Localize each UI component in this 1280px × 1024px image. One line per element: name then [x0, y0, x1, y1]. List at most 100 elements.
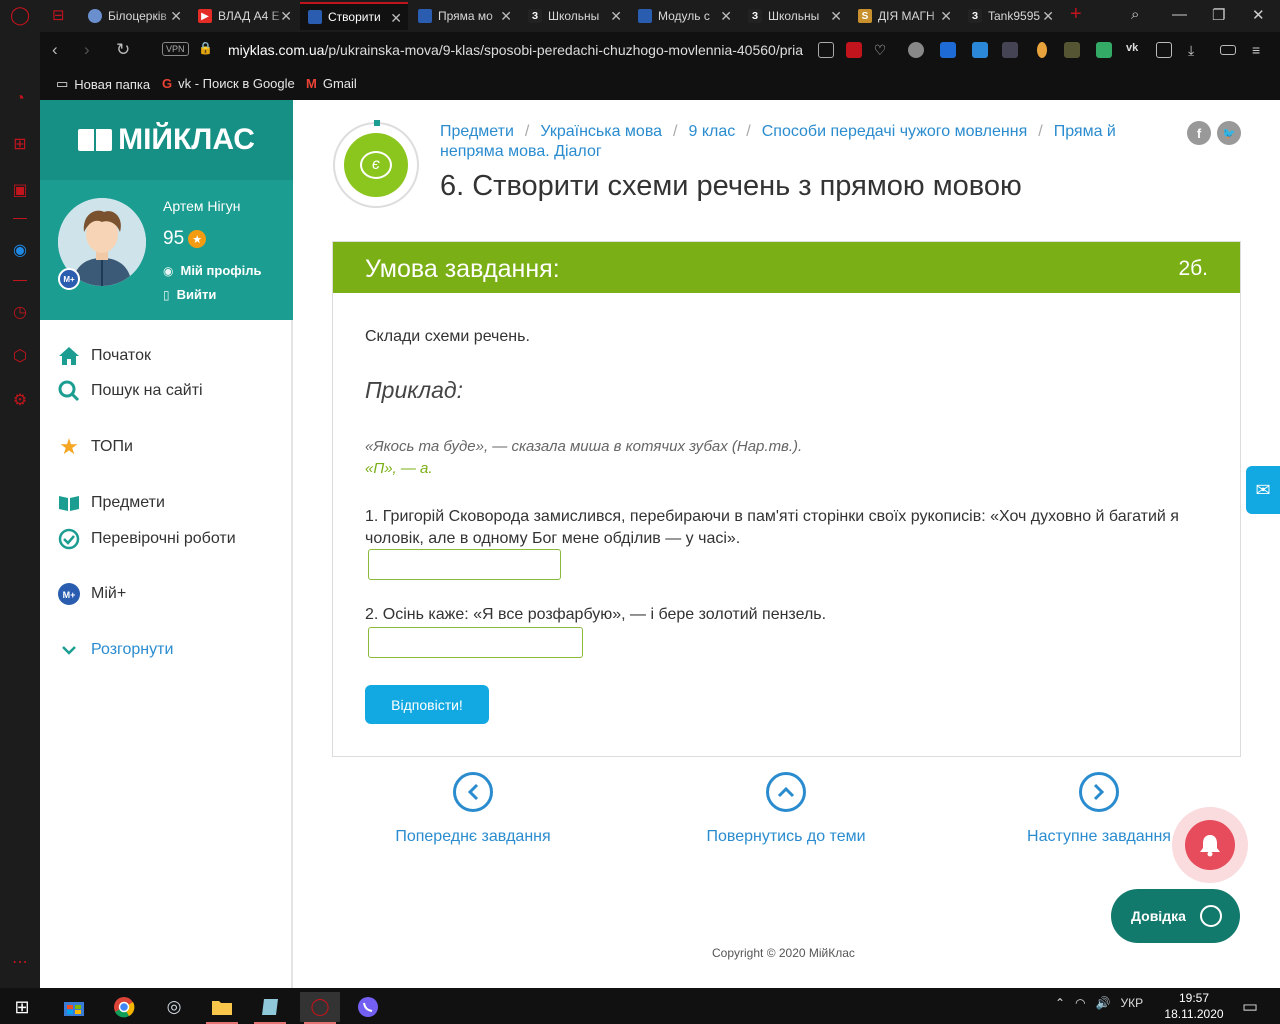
network-icon[interactable]: ◠	[1075, 996, 1085, 1010]
speed-dial-icon[interactable]: ◔	[10, 90, 30, 110]
steam-icon[interactable]: ◎	[154, 992, 194, 1022]
tab-close-icon[interactable]: ✕	[720, 8, 732, 25]
vk-icon[interactable]: vk	[1126, 42, 1142, 58]
tab-close-icon[interactable]: ✕	[170, 8, 182, 25]
close-window-icon[interactable]: ✕	[1252, 6, 1265, 24]
chevron-up-icon	[766, 772, 806, 812]
tab-close-icon[interactable]: ✕	[280, 8, 292, 25]
menu-item-tests[interactable]: Перевірочні роботи	[58, 528, 236, 550]
battery-icon[interactable]	[1220, 45, 1236, 55]
restore-icon[interactable]: ❐	[1212, 6, 1225, 24]
bookmark-label: vk - Поиск в Google	[178, 76, 295, 91]
tab-close-icon[interactable]: ✕	[940, 8, 952, 25]
vpn-badge[interactable]: VPN	[162, 42, 189, 56]
address-bar: ‹ › ↻ VPN 🔒 miyklas.com.ua/p/ukrainska-m…	[40, 32, 1280, 68]
opera-taskbar-icon[interactable]: ◯	[300, 992, 340, 1024]
browser-tab[interactable]: Пряма мо ✕	[410, 2, 518, 30]
tab-close-icon[interactable]: ✕	[1042, 8, 1054, 25]
breadcrumb-link[interactable]: 9 клас	[689, 123, 736, 140]
lock-icon[interactable]: 🔒	[198, 41, 213, 55]
url-field[interactable]: miyklas.com.ua/p/ukrainska-mova/9-klas/s…	[228, 42, 808, 58]
browser-tab[interactable]: Модуль с ✕	[630, 2, 738, 30]
breadcrumb-link[interactable]: Предмети	[440, 123, 514, 140]
bookmark-folder[interactable]: ▭ Новая папка	[56, 76, 150, 92]
logout-link[interactable]: ▯ Вийти	[163, 287, 216, 302]
prev-task-link[interactable]: Попереднє завдання	[373, 772, 573, 846]
site-logo[interactable]: МІЙКЛАС	[40, 100, 293, 180]
next-task-link[interactable]: Наступне завдання	[999, 772, 1199, 846]
download-icon[interactable]: ⤓	[1188, 42, 1204, 58]
more-icon[interactable]: ⋯	[10, 952, 30, 972]
back-icon[interactable]: ‹	[52, 40, 58, 60]
vk-ext-icon[interactable]	[972, 42, 988, 58]
bookmark-gmail[interactable]: M Gmail	[306, 76, 357, 91]
menu-item-search[interactable]: Пошук на сайті	[58, 380, 203, 402]
my-profile-link[interactable]: ◉ Мій профіль	[163, 263, 262, 278]
notifications-center-icon[interactable]: ▭	[1230, 992, 1270, 1022]
tab-close-icon[interactable]: ✕	[390, 10, 402, 27]
globe-icon[interactable]	[908, 42, 924, 58]
tab-close-icon[interactable]: ✕	[500, 8, 512, 25]
volume-icon[interactable]: 🔊	[1096, 996, 1111, 1010]
camera-icon[interactable]	[818, 42, 834, 58]
app-icon[interactable]	[250, 992, 290, 1024]
chrome-icon[interactable]	[104, 992, 144, 1022]
answer-1-input[interactable]	[368, 549, 561, 580]
answer-2-input[interactable]	[368, 627, 583, 658]
menu-item-myplus[interactable]: M+ Мій+	[58, 583, 126, 605]
heart-icon[interactable]: ♡	[872, 42, 888, 58]
history-icon[interactable]: ◷	[10, 302, 30, 322]
browser-tab[interactable]: S ДІЯ МАГН ✕	[850, 2, 958, 30]
submit-answer-button[interactable]: Відповісти!	[365, 685, 489, 724]
viber-icon[interactable]	[348, 992, 388, 1022]
cube-icon[interactable]: ⬡	[10, 346, 30, 366]
file-explorer-icon[interactable]	[202, 992, 242, 1024]
reload-icon[interactable]: ↻	[116, 40, 130, 60]
browser-tab[interactable]: ▶ ВЛАД А4 E ✕	[190, 2, 298, 30]
box-icon[interactable]	[1156, 42, 1172, 58]
language-indicator[interactable]: УКР	[1121, 996, 1144, 1010]
minimize-icon[interactable]: —	[1172, 6, 1187, 23]
browser-tab[interactable]: З Tank9595 ✕	[960, 2, 1060, 30]
breadcrumb-separator: /	[746, 123, 751, 140]
menu-item-subjects[interactable]: Предмети	[58, 492, 165, 514]
twitch-icon[interactable]: ▣	[10, 180, 30, 200]
new-tab-icon[interactable]: +	[1070, 3, 1082, 26]
breadcrumb-link[interactable]: Українська мова	[540, 123, 662, 140]
facebook-icon[interactable]: f	[1187, 121, 1211, 145]
extension-icon[interactable]	[1002, 42, 1018, 58]
bookmark-google[interactable]: Gvk - Поиск в Google	[162, 76, 295, 91]
notifications-button[interactable]	[1172, 807, 1248, 883]
browser-tab-active[interactable]: Створити ✕	[300, 2, 408, 30]
back-to-topic-link[interactable]: Повернутись до теми	[686, 772, 886, 846]
browser-tab[interactable]: З Школьны ✕	[740, 2, 848, 30]
menu-item-home[interactable]: Початок	[58, 345, 151, 367]
menu-item-expand[interactable]: Розгорнути	[58, 639, 173, 661]
browser-tab[interactable]: З Школьны ✕	[520, 2, 628, 30]
forward-icon[interactable]: ›	[84, 40, 90, 60]
menu-item-tops[interactable]: ★ ТОПи	[58, 434, 133, 459]
extension-icon[interactable]	[1064, 42, 1080, 58]
feedback-mail-icon[interactable]: ✉	[1246, 466, 1280, 514]
browser-tab[interactable]: Білоцерків ✕	[80, 2, 188, 30]
translate-icon[interactable]	[940, 42, 956, 58]
windows-start-icon[interactable]: ⊞	[2, 992, 42, 1022]
tab-close-icon[interactable]: ✕	[830, 8, 842, 25]
opera-menu-icon[interactable]: ◯	[10, 5, 30, 26]
settings-icon[interactable]: ⚙	[10, 390, 30, 410]
adblock-icon[interactable]	[846, 42, 862, 58]
store-icon[interactable]	[54, 992, 94, 1022]
twitter-icon[interactable]: 🐦	[1217, 121, 1241, 145]
messenger-icon[interactable]: ◉	[10, 240, 30, 260]
tab-close-icon[interactable]: ✕	[610, 8, 622, 25]
search-tabs-icon[interactable]: ⌕	[1131, 6, 1139, 23]
extension-icon[interactable]	[1096, 42, 1112, 58]
chevron-up-icon[interactable]: ⌃	[1055, 996, 1065, 1010]
gamepad-icon[interactable]: ⊟	[52, 6, 65, 24]
help-button[interactable]: Довідка	[1111, 889, 1240, 943]
clock[interactable]: 19:57 18.11.2020	[1162, 990, 1226, 1022]
suitcase-icon[interactable]: ⊞	[10, 134, 30, 154]
menu-lines-icon[interactable]: ≡	[1252, 42, 1268, 58]
breadcrumb-link[interactable]: Способи передачі чужого мовлення	[762, 123, 1028, 140]
egg-icon[interactable]	[1037, 42, 1047, 58]
